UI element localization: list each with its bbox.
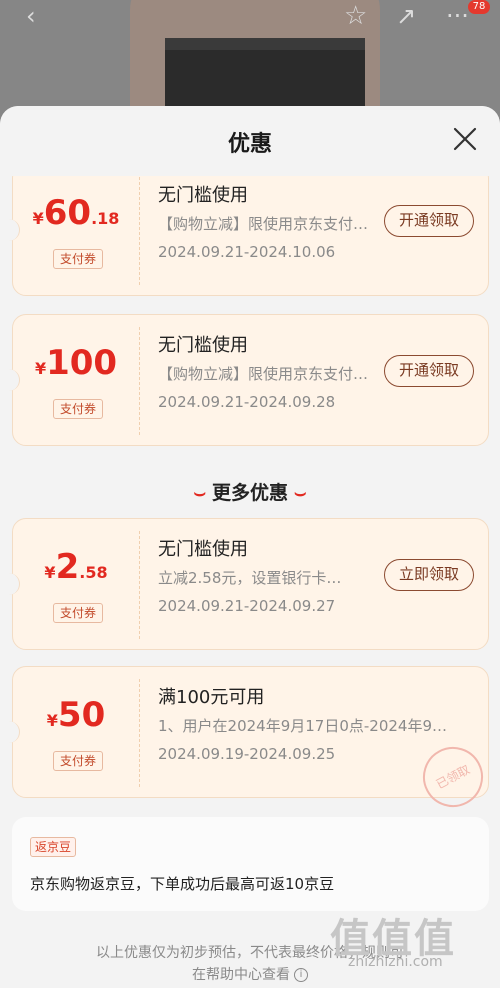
claimed-stamp: 已领取 [412,736,494,818]
amount-decimal: .18 [91,209,120,228]
more-offers-title: 更多优惠 [211,482,288,504]
sheet-header: 优惠 [0,106,500,176]
waistband [165,38,365,50]
amount-main: 2 [55,547,80,587]
coupon-description: 【购物立减】限使用京东支付… [158,215,369,233]
amount-decimal: .58 [79,563,108,582]
coupon-card: ¥100 支付券 无门槛使用 【购物立减】限使用京东支付… 2024.09.21… [4,314,489,446]
amount-main: 100 [46,343,118,383]
currency-symbol: ¥ [34,359,47,378]
currency-symbol: ¥ [44,563,56,582]
currency-symbol: ¥ [46,711,58,730]
coupon-type-tag: 支付券 [53,603,103,623]
coupon-sheet: ¥60.18 支付券 无门槛使用 【购物立减】限使用京东支付… 2024.09.… [0,106,500,988]
coupon-date: 2024.09.19-2024.09.25 [158,745,336,763]
coupon-divider [139,327,140,435]
top-bar: ‹ ☆ ↗ ··· 78 [0,0,500,32]
coupon-amount: ¥2.58 [13,547,139,587]
coupon-title: 无门槛使用 [158,539,248,560]
jd-bean-card: 返京豆 京东购物返京豆，下单成功后最高可返10京豆 [12,817,489,911]
more-icon[interactable]: ··· [446,2,469,30]
help-center-link[interactable]: 在帮助中心查看 [192,967,290,983]
coupon-type-tag: 支付券 [53,751,103,771]
coupon-card: ¥50 支付券 满100元可用 1、用户在2024年9月17日0点-2024年9… [4,666,494,818]
coupon-amount: ¥60.18 [13,193,139,233]
smile-icon: ⌣ [193,482,206,504]
coupon-description: 1、用户在2024年9月17日0点-2024年9… [158,717,448,735]
cart-badge: 78 [468,0,490,14]
coupon-card: ¥2.58 支付券 无门槛使用 立减2.58元，设置银行卡… 2024.09.2… [4,518,489,650]
amount-main: 50 [57,695,106,735]
watermark: 值值值 zhizhizhi.com [320,906,500,976]
watermark-url: zhizhizhi.com [348,954,443,970]
more-offers-heading: ⌣ 更多优惠 ⌣ [0,478,500,505]
jd-bean-tag: 返京豆 [30,837,77,857]
coupon-divider [139,679,140,787]
claim-button[interactable]: 开通领取 [384,205,474,237]
coupon-type-tag: 支付券 [53,249,103,269]
star-icon[interactable]: ☆ [344,2,367,30]
claim-button[interactable]: 立即领取 [384,559,474,591]
coupon-date: 2024.09.21-2024.10.06 [158,243,336,261]
coupon-amount: ¥100 [13,343,139,383]
close-icon[interactable] [452,126,478,152]
coupon-title: 无门槛使用 [158,335,248,356]
info-icon[interactable]: i [294,968,308,982]
currency-symbol: ¥ [32,209,44,228]
coupon-card: ¥60.18 支付券 无门槛使用 【购物立减】限使用京东支付… 2024.09.… [4,164,489,296]
coupon-description: 【购物立减】限使用京东支付… [158,365,369,383]
coupon-description: 立减2.58元，设置银行卡… [158,569,342,587]
share-icon[interactable]: ↗ [396,2,416,30]
jd-bean-text: 京东购物返京豆，下单成功后最高可返10京豆 [30,875,335,893]
coupon-type-tag: 支付券 [53,399,103,419]
chevron-left-icon[interactable]: ‹ [26,2,36,30]
coupon-title: 满100元可用 [158,687,265,708]
claim-button[interactable]: 开通领取 [384,355,474,387]
coupon-divider [139,177,140,285]
coupon-title: 无门槛使用 [158,185,248,206]
coupon-divider [139,531,140,639]
coupon-date: 2024.09.21-2024.09.28 [158,393,336,411]
sheet-title: 优惠 [227,132,272,157]
amount-main: 60 [43,193,92,233]
smile-icon: ⌣ [294,482,307,504]
coupon-amount: ¥50 [13,695,139,735]
coupon-date: 2024.09.21-2024.09.27 [158,597,336,615]
